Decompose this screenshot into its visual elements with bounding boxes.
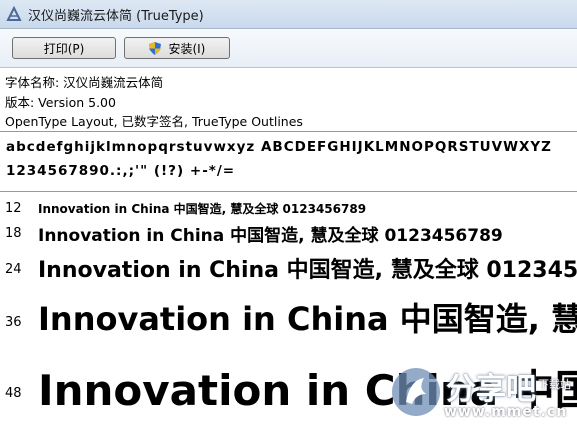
divider	[0, 131, 577, 132]
watermark-url: www.mmet.cn	[444, 404, 568, 420]
print-button[interactable]: 打印(P)	[12, 37, 116, 59]
print-button-label: 打印(P)	[43, 42, 85, 56]
size-label-18: 18	[5, 226, 22, 241]
size-label-48: 48	[5, 386, 22, 401]
font-app-icon	[6, 6, 22, 21]
sample-text-18: Innovation in China 中国智造, 慧及全球 012345678…	[38, 226, 503, 246]
size-label-36: 36	[5, 315, 22, 330]
sample-text-24: Innovation in China 中国智造, 慧及全球 012345678…	[38, 258, 577, 283]
install-button-label: 安装(I)	[168, 42, 206, 56]
charset-line-1: abcdefghijklmnopqrstuvwxyz ABCDEFGHIJKLM…	[6, 139, 552, 155]
toolbar: 打印(P) 安装(I)	[0, 29, 577, 68]
font-name-line: 字体名称: 汉仪尚巍流云体简	[5, 75, 164, 90]
install-button[interactable]: 安装(I)	[124, 37, 230, 59]
sample-text-12: Innovation in China 中国智造, 慧及全球 012345678…	[38, 202, 367, 216]
features-line: OpenType Layout, 已数字签名, TrueType Outline…	[5, 114, 303, 129]
watermark: 分享吧 下载站 www.mmet.cn	[388, 360, 577, 434]
charset-line-2: 1234567890.:,;'" (!?) +-*/=	[6, 163, 236, 179]
version-line: 版本: Version 5.00	[5, 95, 116, 110]
divider	[0, 191, 577, 192]
shield-icon	[148, 42, 161, 55]
size-label-12: 12	[5, 201, 22, 216]
size-label-24: 24	[5, 262, 22, 277]
watermark-sub: 下载站	[538, 378, 571, 391]
title-bar: 汉仪尚巍流云体简 (TrueType)	[0, 0, 577, 29]
window-title: 汉仪尚巍流云体简 (TrueType)	[28, 9, 204, 24]
sample-text-36: Innovation in China 中国智造, 慧及全球 012345678…	[38, 300, 577, 338]
watermark-brand: 分享吧	[446, 372, 536, 407]
watermark-logo-icon	[392, 368, 440, 416]
